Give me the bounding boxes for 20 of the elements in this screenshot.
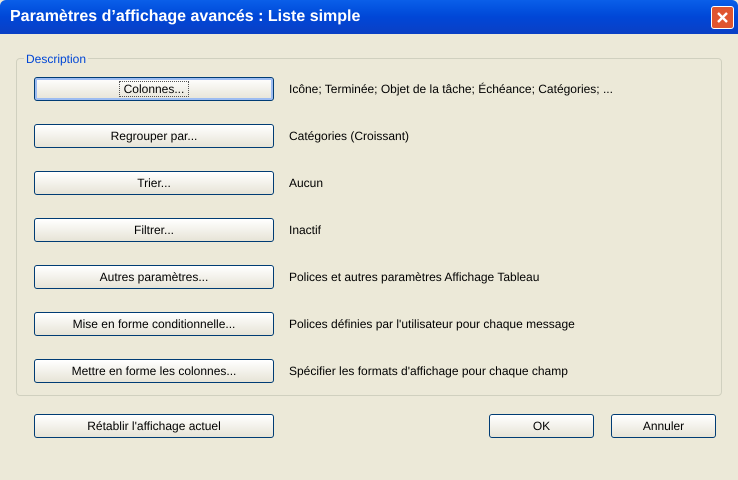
option-button[interactable]: Colonnes... (34, 77, 274, 101)
option-description: Icône; Terminée; Objet de la tâche; Échéance; Catégories; ... (289, 81, 613, 98)
option-button[interactable]: Autres paramètres... (34, 265, 274, 289)
close-button[interactable] (711, 6, 734, 28)
option-button[interactable]: Mise en forme conditionnelle... (34, 312, 274, 336)
option-button[interactable]: Trier... (34, 171, 274, 195)
window-title: Paramètres d’affichage avancés : Liste simple (10, 7, 360, 27)
option-description: Aucun (289, 175, 324, 192)
option-description: Polices et autres paramètres Affichage Tableau (289, 269, 540, 286)
option-description: Polices définies par l'utilisateur pour chaque message (289, 316, 575, 333)
option-button[interactable]: Mettre en forme les colonnes... (34, 359, 274, 383)
dialog-button[interactable]: OK (489, 414, 594, 438)
option-button[interactable]: Filtrer... (34, 218, 274, 242)
option-description: Spécifier les formats d'affichage pour chaque champ (289, 363, 568, 380)
option-description: Inactif (289, 222, 322, 239)
reset-view-button[interactable]: Rétablir l'affichage actuel (34, 414, 274, 438)
option-button[interactable]: Regrouper par... (34, 124, 274, 148)
dialog-button[interactable]: Annuler (611, 414, 716, 438)
option-description: Catégories (Croissant) (289, 128, 410, 145)
close-icon (716, 10, 729, 24)
